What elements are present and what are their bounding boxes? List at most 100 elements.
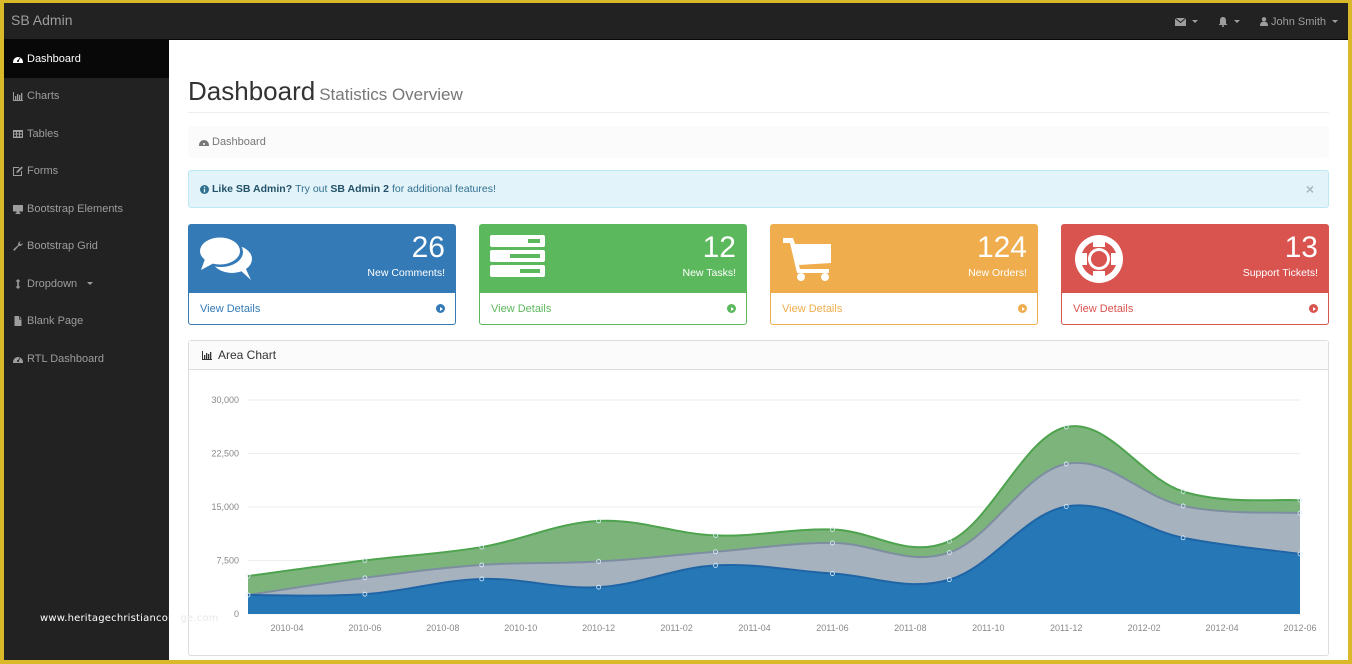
y-tick-label: 15,000 [211,502,239,512]
support-icon [1075,235,1123,283]
caret-down-icon [1332,20,1338,23]
sidebar-item-label: Bootstrap Elements [27,202,123,215]
alerts-dropdown[interactable] [1218,16,1240,27]
sidebar-item-label: Blank Page [27,315,84,328]
arrows-v-icon [15,278,21,289]
area-chart-panel: Area Chart 0 7,500 15,000 22,500 30,000 2010-… [188,340,1329,656]
arrow-circle-right-icon [1018,304,1027,313]
page-title: Dashboard Statistics Overview [188,76,1329,107]
dashboard-icon [13,356,23,363]
sidebar-item-label: RTL Dashboard [27,352,105,365]
sidebar-item-dropdown[interactable]: Dropdown [4,265,169,303]
comments-view-details-link[interactable]: View Details [189,293,455,324]
sidebar-item-bootstrap-grid[interactable]: Bootstrap Grid [4,228,169,266]
user-name: John Smith [1270,15,1326,28]
orders-view-details-link[interactable]: View Details [771,293,1037,324]
sidebar-item-label: Charts [27,90,60,103]
y-tick-label: 30,000 [211,395,239,405]
alert-text: for additional features! [391,183,496,195]
desktop-icon [13,204,23,214]
arrow-circle-right-icon [436,304,445,313]
tasks-icon [490,235,545,277]
support-count: 13 [1284,231,1318,264]
tasks-view-details-link[interactable]: View Details [480,293,746,324]
view-details-label: View Details [1073,302,1134,315]
dashboard-icon [199,140,209,146]
view-details-label: View Details [200,302,261,315]
sidebar-item-rtl-dashboard[interactable]: RTL Dashboard [4,340,169,378]
page-header: Dashboard Statistics Overview [188,76,1329,113]
edit-icon [13,166,23,177]
comments-panel: 26 New Comments! View Details [188,224,456,325]
brand-link[interactable]: SB Admin [11,12,72,28]
tasks-panel: 12 New Tasks! View Details [479,224,747,325]
x-tick-label: 2011-12 [1050,623,1082,633]
alert-text: Try out [295,183,328,195]
sidebar-item-charts[interactable]: Charts [4,78,169,116]
x-tick-label: 2010-06 [348,623,381,633]
support-label: Support Tickets! [1242,267,1318,279]
arrow-circle-right-icon [1309,304,1318,313]
comments-icon [199,237,252,280]
x-tick-label: 2012-06 [1283,623,1316,633]
x-tick-label: 2010-12 [582,623,615,633]
view-details-label: View Details [491,302,552,315]
sidebar-item-tables[interactable]: Tables [4,115,169,153]
table-icon [13,129,23,138]
sidebar-item-label: Dashboard [27,52,81,65]
close-alert-button[interactable]: × [1306,181,1314,197]
sidebar-item-dashboard[interactable]: Dashboard [4,40,169,78]
orders-label: New Orders! [968,267,1027,279]
info-circle-icon [200,184,209,194]
y-tick-label: 7,500 [216,556,239,566]
x-tick-label: 2012-02 [1128,623,1161,633]
info-alert: Like SB Admin? Try out SB Admin 2 for ad… [188,170,1329,208]
file-icon [14,316,22,327]
watermark-text: www.heritagechristiancollege.com [40,613,219,624]
bell-icon [1218,16,1228,27]
view-details-label: View Details [782,302,843,315]
comments-count: 26 [411,231,445,264]
area-chart: 0 7,500 15,000 22,500 30,000 2010-04 2010-06 20… [211,395,1316,633]
tasks-count: 12 [702,231,736,264]
user-dropdown[interactable]: John Smith [1259,15,1338,28]
dashboard-icon [13,56,23,63]
sidebar-item-label: Forms [27,165,59,178]
caret-down-icon [1191,20,1198,23]
sidebar-item-blank-page[interactable]: Blank Page [4,303,169,341]
x-tick-label: 2010-04 [270,623,303,633]
support-view-details-link[interactable]: View Details [1062,293,1328,324]
x-tick-label: 2011-02 [660,623,692,633]
bar-chart-icon [13,92,23,102]
page-title-text: Dashboard [188,76,316,106]
comments-label: New Comments! [367,267,445,279]
x-tick-label: 2011-06 [816,623,848,633]
orders-panel: 124 New Orders! View Details [770,224,1038,325]
messages-dropdown[interactable] [1174,17,1198,26]
wrench-icon [13,241,23,251]
sidebar-item-label: Dropdown [27,277,78,290]
watermark-fade: ge.com [180,613,219,624]
arrow-circle-right-icon [727,304,736,313]
breadcrumb: Dashboard [188,126,1329,158]
breadcrumb-item-dashboard: Dashboard [212,136,266,148]
top-navbar: SB Admin John Smith [4,3,1348,40]
sidebar-item-label: Bootstrap Grid [27,240,98,253]
alert-lead: Like SB Admin? [212,183,293,195]
y-tick-label: 22,500 [211,449,239,459]
x-tick-label: 2011-08 [894,623,926,633]
watermark-main: www.heritagechristiancolle [40,613,181,624]
page-subtitle: Statistics Overview [319,85,463,104]
caret-down-icon [87,282,94,286]
page-wrapper: Dashboard Statistics Overview Dashboard L… [169,40,1348,660]
sb-admin-2-link[interactable]: SB Admin 2 [330,183,389,195]
support-panel: 13 Support Tickets! View Details [1061,224,1329,325]
x-tick-label: 2010-10 [504,623,537,633]
caret-down-icon [1233,20,1240,23]
sidebar-item-bootstrap-elements[interactable]: Bootstrap Elements [4,190,169,228]
shopping-cart-icon [783,238,831,281]
browser-viewport: SB Admin John Smith Dashboard Charts Tab… [4,3,1348,660]
sidebar-item-forms[interactable]: Forms [4,153,169,191]
y-tick-label: 0 [234,609,239,619]
tasks-label: New Tasks! [682,267,737,279]
